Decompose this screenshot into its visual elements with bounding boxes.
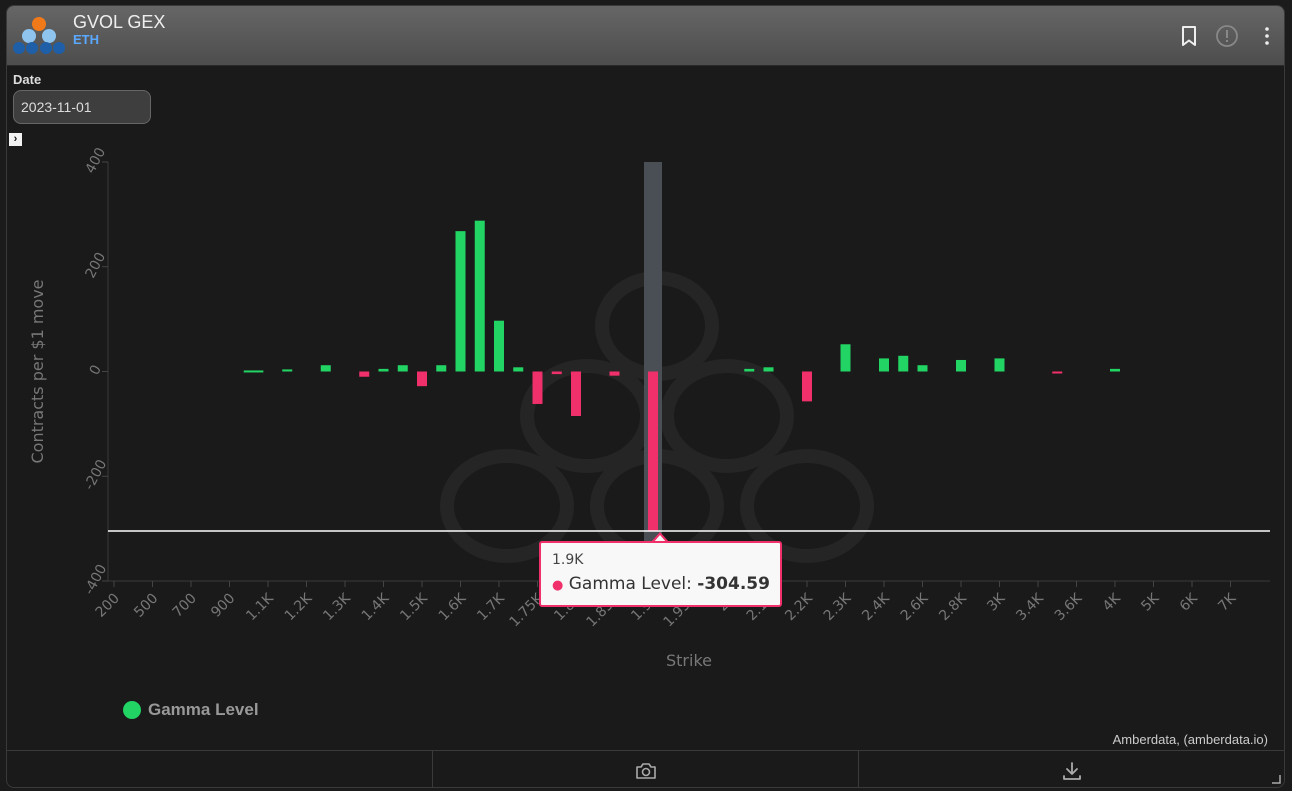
bar[interactable] <box>474 220 485 372</box>
bar[interactable] <box>253 370 264 373</box>
x-tick-label: 3.6K <box>1052 590 1086 624</box>
x-tick-label: 2.2K <box>782 590 816 624</box>
x-tick-label: 1.4K <box>359 590 393 624</box>
x-tick-label: 7K <box>1215 590 1240 615</box>
x-tick-label: 1.3K <box>320 590 354 624</box>
x-tick-label: 1.5K <box>397 590 431 624</box>
x-tick-label: 5K <box>1138 590 1163 615</box>
y-tick-label: 0 <box>87 363 105 378</box>
tooltip-row: ● Gamma Level: -304.59 <box>552 574 770 594</box>
x-tick-label: 1.1K <box>243 590 277 624</box>
bar[interactable] <box>879 358 889 372</box>
x-tick-label: 3.4K <box>1013 590 1047 624</box>
tooltip-x-value: 1.9K <box>552 552 584 568</box>
bar[interactable] <box>609 371 620 376</box>
download-button[interactable] <box>859 751 1284 787</box>
legend-dot-icon <box>123 701 141 719</box>
bar[interactable] <box>917 365 928 372</box>
x-tick-label: 6K <box>1177 590 1202 615</box>
bar[interactable] <box>320 365 331 372</box>
resize-corner-icon[interactable] <box>1271 774 1281 784</box>
bar[interactable] <box>1110 368 1120 372</box>
x-tick-label: 2.6K <box>898 590 932 624</box>
bar[interactable] <box>513 367 524 372</box>
bar[interactable] <box>994 358 1005 372</box>
bar[interactable] <box>436 365 447 372</box>
legend-item-gamma-level[interactable]: Gamma Level <box>123 700 259 720</box>
bar[interactable] <box>359 371 370 377</box>
bar[interactable] <box>378 368 389 372</box>
gamma-chart: 4002000-200-400200 500 700 900 1.1K 1.2K 1.3K 1… <box>28 145 1270 670</box>
footer-toolbar <box>7 750 1284 787</box>
bar[interactable] <box>494 320 504 372</box>
bar[interactable] <box>802 371 812 402</box>
bar[interactable] <box>397 365 408 372</box>
camera-icon <box>635 762 656 779</box>
x-tick-label: 2.8K <box>936 590 970 624</box>
footer-empty-cell <box>7 751 433 787</box>
x-axis-label: Strike <box>666 651 712 670</box>
bar[interactable] <box>532 371 543 404</box>
download-icon <box>1062 761 1081 780</box>
x-tick-label: 700 <box>170 591 200 621</box>
x-tick-label: 1.2K <box>282 590 316 624</box>
x-tick-label: 900 <box>208 591 238 621</box>
bar[interactable] <box>571 371 581 417</box>
chart-tooltip: 1.9K ● Gamma Level: -304.59 <box>539 541 782 607</box>
bar[interactable] <box>744 368 755 372</box>
credits[interactable]: Amberdata, (amberdata.io) <box>1113 732 1268 747</box>
y-tick-label: 400 <box>82 145 109 176</box>
x-tick-label: 4K <box>1100 590 1125 615</box>
screenshot-button[interactable] <box>433 751 859 787</box>
widget-window: GVOL GEX ETH Date › 4002000-200-40020050… <box>6 5 1285 788</box>
tooltip-value: -304.59 <box>697 574 770 594</box>
bar[interactable] <box>551 371 562 375</box>
x-tick-label: 200 <box>93 591 123 621</box>
bar[interactable] <box>455 231 466 372</box>
y-axis-label: Contracts per $1 move <box>28 279 47 463</box>
tooltip-series-name: Gamma Level: <box>568 574 692 594</box>
bar[interactable] <box>956 359 966 372</box>
bar[interactable] <box>840 344 851 372</box>
legend-label: Gamma Level <box>148 700 259 719</box>
x-tick-label: 3K <box>984 590 1009 615</box>
bar[interactable] <box>763 367 774 372</box>
y-tick-label: 200 <box>82 250 109 281</box>
x-tick-label: 2.4K <box>859 590 893 624</box>
y-tick-label: -400 <box>81 562 110 598</box>
x-tick-label: 1.6K <box>436 590 470 624</box>
bar[interactable] <box>282 369 293 372</box>
x-tick-label: 500 <box>131 591 161 621</box>
bar[interactable] <box>417 371 427 387</box>
x-tick-label: 2.3K <box>821 590 855 624</box>
tooltip-series-dot-icon: ● <box>552 578 564 593</box>
bar[interactable] <box>1052 371 1063 374</box>
x-tick-label: 1.7K <box>474 590 508 624</box>
y-tick-label: -200 <box>81 457 110 493</box>
bar[interactable] <box>648 371 658 532</box>
bar[interactable] <box>898 355 909 372</box>
bar[interactable] <box>243 370 254 373</box>
